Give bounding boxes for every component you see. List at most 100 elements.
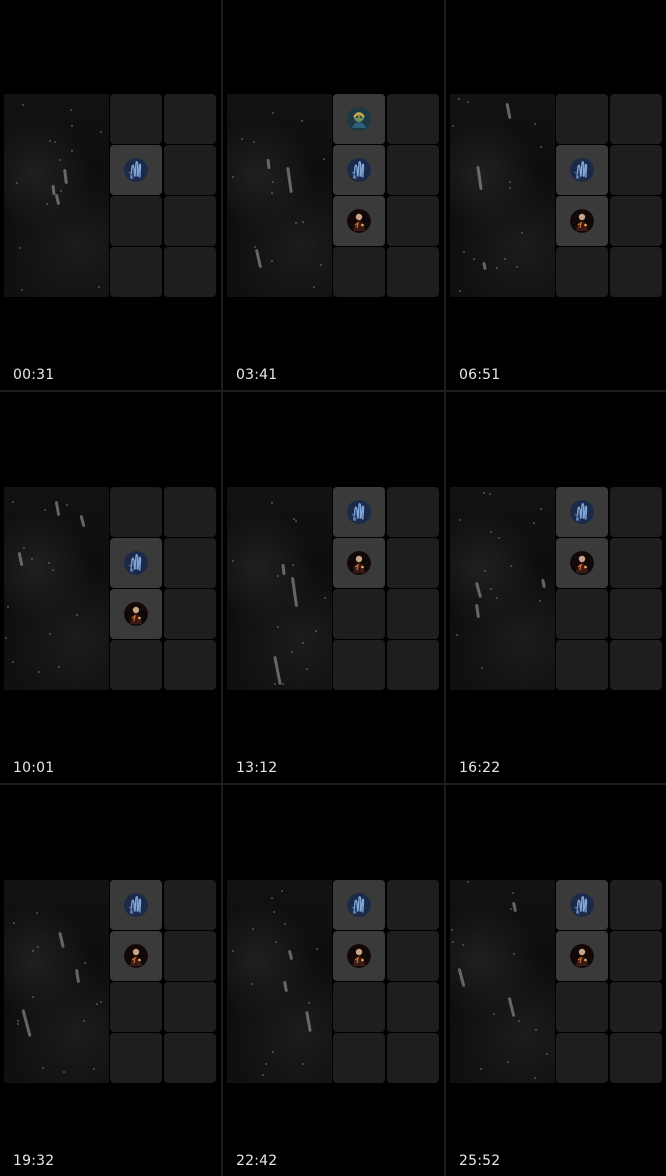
video-frame: 03:41 — [223, 0, 443, 390]
snow-speck — [463, 251, 465, 253]
snow-speck — [516, 266, 518, 268]
participant-tile[interactable] — [556, 931, 608, 981]
hand-avatar — [347, 158, 371, 182]
empty-tile — [110, 94, 162, 144]
video-frame: 13:12 — [223, 393, 443, 783]
empty-tile — [556, 640, 608, 690]
hand-avatar — [124, 158, 148, 182]
snow-speck — [277, 575, 279, 577]
snow-streak — [281, 563, 286, 576]
snow-speck — [13, 922, 15, 924]
hand-avatar — [570, 158, 594, 182]
video-frame: 00:31 — [0, 0, 220, 390]
participant-tile[interactable] — [110, 538, 162, 588]
snow-speck — [509, 187, 511, 189]
snow-speck — [320, 264, 322, 266]
snow-speck — [252, 928, 254, 930]
snow-speck — [98, 286, 100, 288]
frame-timestamp: 00:31 — [13, 367, 55, 383]
snow-speck — [37, 946, 39, 948]
snow-speck — [546, 1053, 548, 1055]
empty-tile — [387, 589, 439, 639]
snow-speck — [48, 562, 50, 564]
empty-tile — [610, 1033, 662, 1083]
hand-avatar — [570, 893, 594, 917]
participant-tile[interactable] — [556, 487, 608, 537]
snow-speck — [17, 1020, 19, 1022]
empty-tile — [387, 538, 439, 588]
participant-grid — [556, 487, 663, 690]
snow-streak — [287, 949, 294, 961]
snow-speck — [16, 182, 18, 184]
snow-speck — [271, 260, 273, 262]
snow-speck — [241, 138, 243, 140]
participant-tile[interactable] — [333, 931, 385, 981]
empty-tile — [110, 640, 162, 690]
snow-speck — [271, 502, 273, 504]
snow-streak — [54, 193, 61, 206]
participant-grid — [556, 94, 663, 297]
participant-tile[interactable] — [333, 145, 385, 195]
empty-tile — [610, 145, 662, 195]
snow-speck — [232, 950, 234, 952]
participant-tile[interactable] — [110, 880, 162, 930]
snow-speck — [496, 267, 498, 269]
snow-speck — [36, 912, 38, 914]
empty-tile — [164, 196, 216, 246]
participant-tile[interactable] — [556, 538, 608, 588]
contact-sheet: 00:31 03:41 06:51 10:01 13:12 16:22 19:32 22:42… — [0, 0, 666, 1176]
snow-speck — [291, 651, 293, 653]
participant-tile[interactable] — [333, 880, 385, 930]
snow-speck — [96, 1003, 98, 1005]
snow-speck — [504, 258, 506, 260]
empty-tile — [610, 196, 662, 246]
frame-timestamp: 10:01 — [13, 760, 55, 776]
empty-tile — [610, 880, 662, 930]
participant-tile[interactable] — [333, 94, 385, 144]
hand-avatar — [570, 500, 594, 524]
snow-speck — [493, 1013, 495, 1015]
snow-speck — [17, 1023, 19, 1025]
snow-speck — [507, 1061, 509, 1063]
video-frame: 06:51 — [446, 0, 666, 390]
frame-timestamp: 03:41 — [236, 367, 278, 383]
snow-speck — [274, 683, 276, 685]
snow-speck — [467, 881, 469, 883]
snow-speck — [540, 146, 542, 148]
snow-speck — [521, 232, 523, 234]
snow-speck — [54, 141, 56, 143]
empty-tile — [556, 1033, 608, 1083]
participant-tile[interactable] — [556, 145, 608, 195]
participant-tile[interactable] — [333, 538, 385, 588]
empty-tile — [556, 589, 608, 639]
empty-tile — [387, 94, 439, 144]
participant-grid — [110, 880, 217, 1083]
hand-avatar — [347, 500, 371, 524]
snow-speck — [323, 158, 325, 160]
snow-speck — [100, 1001, 102, 1003]
participant-tile[interactable] — [556, 880, 608, 930]
figure-avatar — [347, 551, 371, 575]
snow-speck — [232, 560, 234, 562]
empty-tile — [333, 247, 385, 297]
snow-speck — [49, 140, 51, 142]
snow-speck — [58, 666, 60, 668]
participant-tile[interactable] — [110, 931, 162, 981]
participant-grid — [333, 880, 440, 1083]
snow-speck — [282, 683, 284, 685]
snow-speck — [31, 558, 33, 560]
snow-speck — [60, 190, 62, 192]
snow-speck — [42, 1067, 44, 1069]
participant-grid — [110, 94, 217, 297]
participant-tile[interactable] — [333, 487, 385, 537]
snow-speck — [452, 125, 454, 127]
participant-tile[interactable] — [333, 196, 385, 246]
video-preview — [4, 94, 109, 297]
snow-speck — [324, 597, 326, 599]
participant-tile[interactable] — [556, 196, 608, 246]
figure-avatar — [570, 944, 594, 968]
figure-avatar — [124, 944, 148, 968]
participant-tile[interactable] — [110, 589, 162, 639]
participant-tile[interactable] — [110, 145, 162, 195]
snow-speck — [12, 501, 14, 503]
